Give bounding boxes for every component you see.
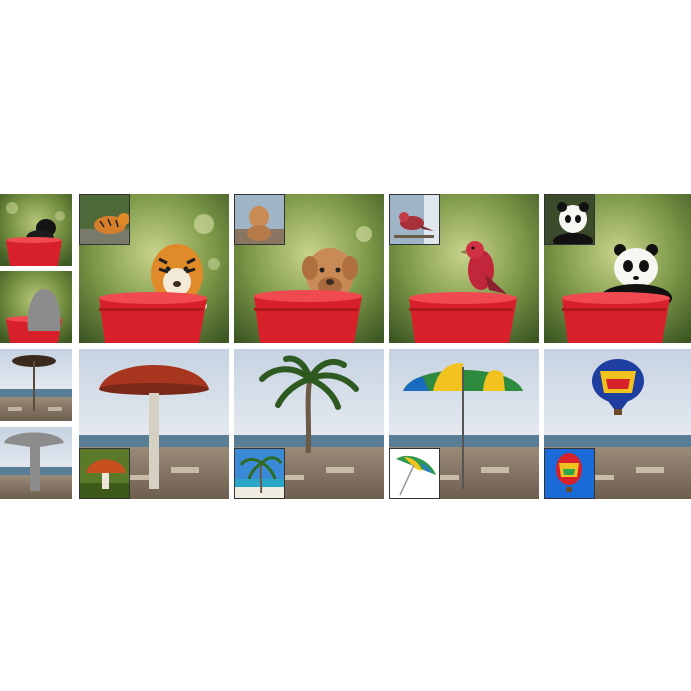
output-tiger-in-bucket	[79, 194, 229, 343]
input-photo-puppy-in-bucket	[0, 194, 72, 266]
output-hot-air-balloon-over-beach	[544, 349, 691, 499]
reference-thumbnail-mushroom	[79, 448, 130, 499]
image-grid	[0, 0, 691, 691]
reference-thumbnail-palm-tree	[234, 448, 285, 499]
input-mask-beach	[0, 427, 72, 499]
reference-thumbnail-red-bird	[389, 194, 440, 245]
output-panda-in-bucket	[544, 194, 691, 343]
reference-thumbnail-dog	[234, 194, 285, 245]
output-dog-in-bucket	[234, 194, 384, 343]
output-striped-umbrella-on-beach	[389, 349, 539, 499]
reference-thumbnail-umbrella	[389, 448, 440, 499]
output-red-bird-on-bucket	[389, 194, 539, 343]
output-palm-tree-on-beach	[234, 349, 384, 499]
input-photo-beach-umbrella	[0, 349, 72, 421]
input-mask-bucket	[0, 271, 72, 343]
reference-thumbnail-panda	[544, 194, 595, 245]
reference-thumbnail-balloon	[544, 448, 595, 499]
reference-thumbnail-tiger	[79, 194, 130, 245]
output-mushroom-on-beach	[79, 349, 229, 499]
